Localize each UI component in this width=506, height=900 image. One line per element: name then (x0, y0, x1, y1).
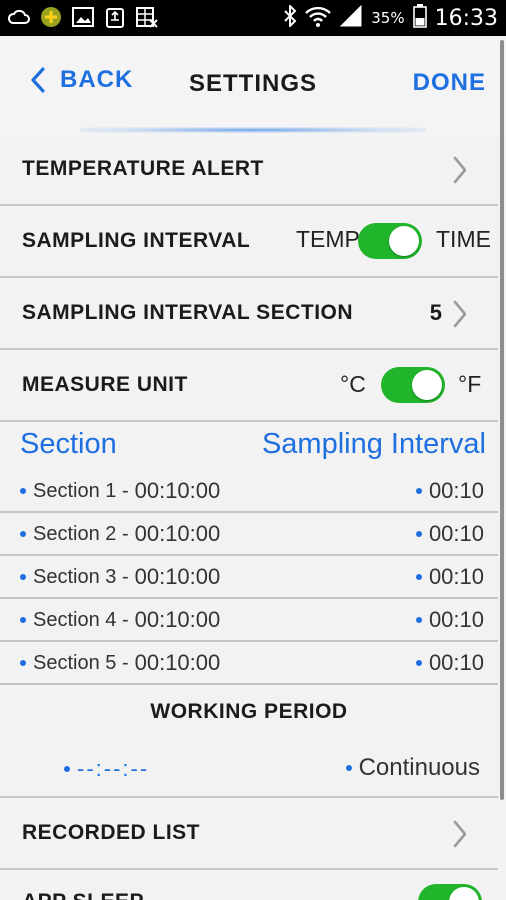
bullet-icon (415, 574, 422, 580)
scrollbar[interactable] (500, 40, 504, 800)
section-row: Section 3 -00:10:00 00:10 (0, 556, 498, 599)
system-icons: 35% 16:33 (283, 3, 498, 32)
gallery-icon (72, 6, 94, 28)
bullet-icon (415, 488, 422, 494)
section-interval: 00:10 (428, 521, 484, 546)
sampling-interval-row: SAMPLING INTERVAL TEMP TIME (0, 206, 498, 278)
section-time-button[interactable]: Section 1 -00:10:00 (20, 478, 220, 504)
app-sleep-label: APP SLEEP (22, 890, 144, 900)
wifi-icon (305, 5, 332, 31)
app-sleep-toggle[interactable] (418, 884, 482, 900)
sampling-interval-label: SAMPLING INTERVAL (22, 229, 251, 252)
cloud-icon (8, 6, 30, 28)
measure-unit-toggle[interactable] (381, 367, 445, 403)
bullet-icon (415, 617, 422, 623)
section-time: 00:10:00 (134, 564, 221, 589)
section-interval-button[interactable]: 00:10 (415, 650, 484, 676)
bullet-icon (415, 660, 422, 666)
app-sleep-row: APP SLEEP (0, 870, 498, 900)
chevron-left-icon (31, 67, 45, 93)
section-time: 00:10:00 (134, 478, 221, 503)
section-interval-button[interactable]: 00:10 (415, 521, 484, 547)
section-time: 00:10:00 (134, 521, 221, 546)
bullet-icon (20, 574, 26, 580)
recorded-list-row[interactable]: RECORDED LIST (0, 798, 498, 870)
notification-icons (8, 6, 158, 28)
section-name: Section 2 - (33, 522, 129, 545)
section-name: Section 1 - (33, 479, 129, 502)
clock: 16:33 (434, 5, 498, 31)
section-time-button[interactable]: Section 2 -00:10:00 (20, 521, 220, 547)
bullet-icon (345, 765, 352, 771)
measure-unit-label: MEASURE UNIT (22, 373, 188, 396)
section-interval: 00:10 (428, 607, 484, 632)
sampling-interval-section-row[interactable]: SAMPLING INTERVAL SECTION 5 (0, 278, 498, 350)
battery-icon (412, 4, 427, 32)
section-interval: 00:10 (428, 478, 484, 503)
sampling-interval-toggle[interactable] (358, 223, 422, 259)
navigation-bar: BACK SETTINGS DONE (0, 36, 506, 136)
section-time: 00:10:00 (134, 607, 221, 632)
header-divider (80, 127, 426, 133)
section-row: Section 5 -00:10:00 00:10 (0, 642, 498, 685)
recycle-icon (104, 6, 126, 28)
section-name: Section 4 - (33, 608, 129, 631)
bullet-icon (20, 617, 26, 623)
bullet-icon (415, 531, 422, 537)
section-name: Section 5 - (33, 651, 129, 674)
bullet-icon (20, 488, 26, 494)
working-period-title: WORKING PERIOD (150, 700, 348, 723)
working-period-mode-button[interactable]: Continuous (345, 754, 480, 782)
section-time-button[interactable]: Section 3 -00:10:00 (20, 564, 220, 590)
temperature-alert-label: TEMPERATURE ALERT (22, 157, 264, 180)
section-name: Section 3 - (33, 565, 129, 588)
temperature-alert-row[interactable]: TEMPERATURE ALERT (0, 134, 498, 206)
section-time-button[interactable]: Section 4 -00:10:00 (20, 607, 220, 633)
working-period-mode: Continuous (358, 754, 480, 781)
sampling-interval-section-label: SAMPLING INTERVAL SECTION (22, 301, 354, 324)
battery-percent: 35% (371, 9, 405, 27)
fahrenheit-option-label: °F (458, 371, 482, 397)
app-badge-icon (40, 6, 62, 28)
chevron-right-icon (453, 300, 467, 328)
section-row: Section 2 -00:10:00 00:10 (0, 513, 498, 556)
bullet-icon (20, 660, 26, 666)
section-row: Section 1 -00:10:00 00:10 (0, 470, 498, 513)
working-period-time-button[interactable]: --:--:-- (64, 756, 149, 782)
working-period-time: --:--:-- (77, 756, 150, 781)
working-period-block: WORKING PERIOD --:--:-- Continuous (0, 684, 498, 798)
table-icon (136, 6, 158, 28)
time-option-label: TIME (436, 226, 491, 252)
section-interval: 00:10 (428, 650, 484, 675)
recorded-list-label: RECORDED LIST (22, 821, 201, 844)
section-time-button[interactable]: Section 5 -00:10:00 (20, 650, 220, 676)
section-time: 00:10:00 (134, 650, 221, 675)
chevron-right-icon (453, 820, 467, 848)
celsius-option-label: °C (340, 371, 366, 397)
status-bar: 35% 16:33 (0, 0, 506, 36)
section-count-value: 5 (429, 300, 442, 325)
section-interval: 00:10 (428, 564, 484, 589)
bullet-icon (64, 766, 70, 772)
chevron-right-icon (453, 156, 467, 184)
done-button[interactable]: DONE (413, 69, 486, 97)
section-column-header: Section (20, 428, 117, 460)
back-button[interactable]: BACK (30, 66, 133, 94)
back-label: BACK (60, 66, 134, 93)
section-row: Section 4 -00:10:00 00:10 (0, 599, 498, 642)
section-interval-button[interactable]: 00:10 (415, 607, 484, 633)
temp-option-label: TEMP (296, 226, 360, 252)
section-interval-button[interactable]: 00:10 (415, 564, 484, 590)
bullet-icon (20, 531, 26, 537)
signal-icon (339, 4, 363, 31)
measure-unit-row: MEASURE UNIT °C °F (0, 350, 498, 422)
section-interval-button[interactable]: 00:10 (415, 478, 484, 504)
bluetooth-icon (283, 3, 297, 31)
section-table-header: Section Sampling Interval (0, 424, 498, 468)
sampling-interval-column-header: Sampling Interval (261, 428, 486, 460)
